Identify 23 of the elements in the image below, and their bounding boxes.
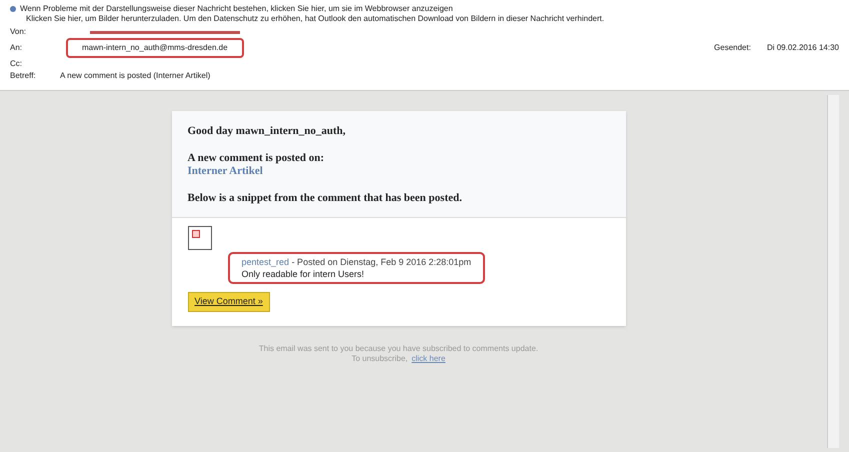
greeting: Good day mawn_intern_no_auth, [188, 125, 347, 138]
footer-note: This email was sent to you because you have subscribed to comments update. [258, 344, 538, 354]
recipient-address: mawn-intern_no_auth@mms-dresden.de [66, 38, 244, 58]
field-label: Betreff: [10, 70, 37, 82]
snippet-intro: Below is a snippet from the comment that has been posted. [188, 192, 463, 205]
info-message[interactable]: Wenn Probleme mit der Darstellungsweise dieser Nachricht bestehen, klicken Sie hier, um sie im Webbrowser anzuzeigen [20, 4, 453, 14]
article-link[interactable]: Interner Artikel [188, 165, 610, 178]
comment-text: Only readable for intern Users! [242, 268, 366, 280]
info-message[interactable]: Klicken Sie hier, um Bilder herunterzuladen. Um den Datenschutz zu erhöhen, hat Outlook den automatischen Download von Bildern in dieser Nachricht verhindert. [26, 14, 604, 23]
field-label: Cc: [10, 58, 23, 70]
info-icon [10, 6, 16, 12]
field-label: Gesendet: [714, 42, 751, 54]
comment-author[interactable]: pentest_red [242, 257, 290, 267]
field-label: Von: [10, 26, 28, 38]
footer-note: To unsubscribe, [352, 354, 408, 364]
sent-date: Di 09.02.2016 14:30 [766, 42, 839, 54]
scrollbar[interactable] [827, 95, 839, 448]
field-label: An: [10, 42, 24, 54]
intro-text: A new comment is posted on: [188, 152, 326, 165]
avatar-placeholder-icon [188, 226, 212, 250]
post-date: - Posted on Dienstag, Feb 9 2016 2:28:01pm [292, 257, 472, 267]
subject: A new comment is posted (Interner Artikel) [60, 70, 210, 82]
view-comment-button[interactable]: View Comment » [188, 292, 270, 312]
